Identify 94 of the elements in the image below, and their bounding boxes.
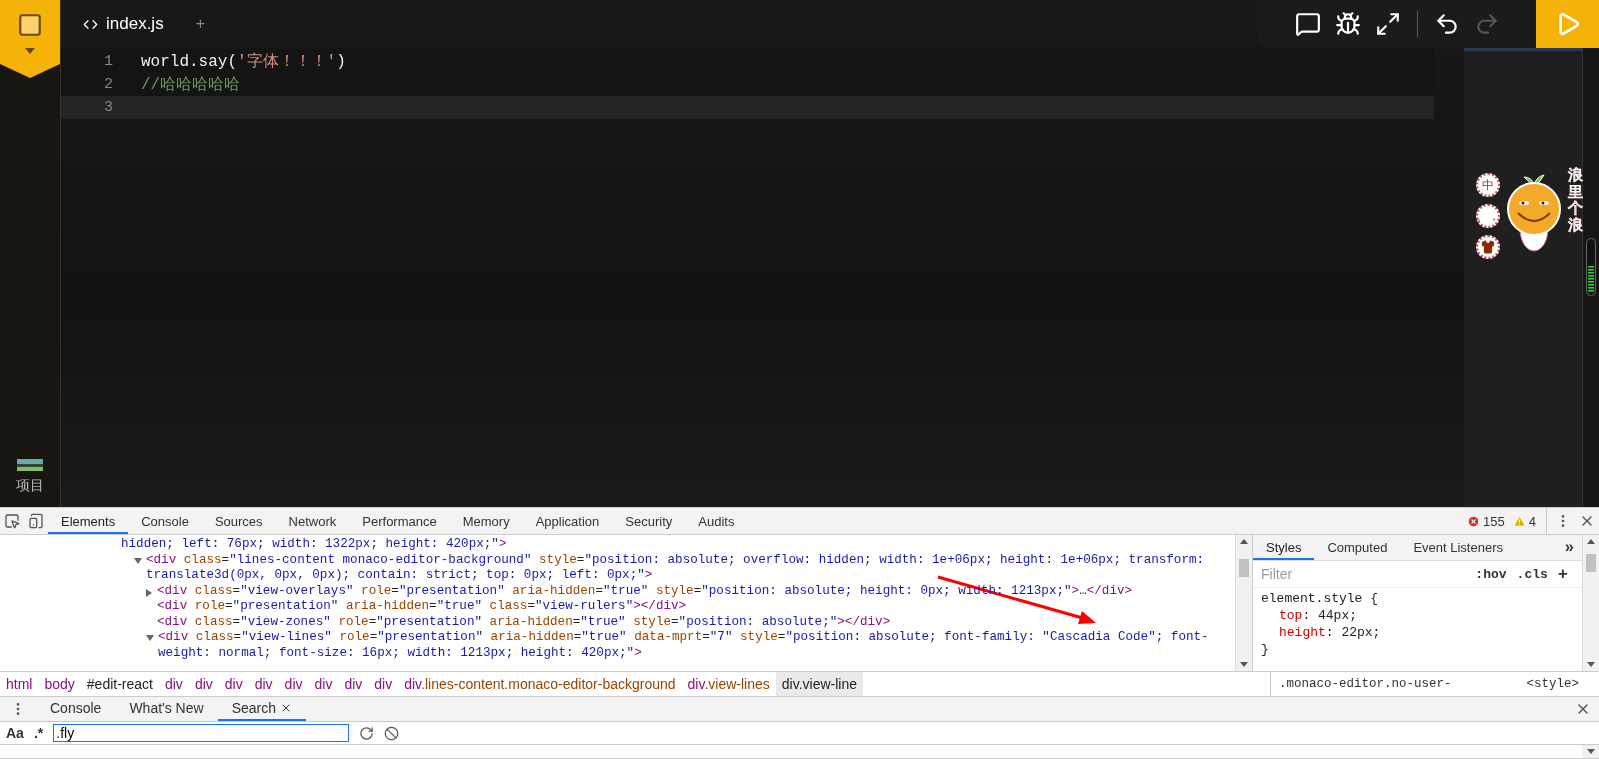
scroll-down-icon[interactable] <box>1586 749 1595 754</box>
breadcrumb[interactable]: div <box>188 672 219 696</box>
dom-node-text: hidden; left: 76px; width: 1322px; height: 420px;"> <box>121 537 507 553</box>
project-menu-button[interactable] <box>0 0 60 78</box>
expand-triangle-icon[interactable] <box>146 635 154 641</box>
drawer-tab[interactable]: Console <box>36 697 116 721</box>
scrollbar[interactable] <box>1582 535 1599 671</box>
undo-button[interactable] <box>1434 11 1460 37</box>
rule-selector: .monaco-editor.no-user- <box>1279 677 1452 691</box>
shirt-icon <box>1481 240 1495 254</box>
more-tabs-button[interactable]: » <box>1556 535 1582 560</box>
style-property: height: 22px; <box>1278 624 1382 641</box>
error-icon <box>1467 514 1481 528</box>
bug-icon <box>1335 11 1361 37</box>
rule-source-link[interactable]: <style> <box>1526 677 1579 691</box>
breadcrumb[interactable]: div <box>308 672 339 696</box>
scrollbar[interactable] <box>1235 535 1252 671</box>
scroll-down-icon[interactable] <box>1587 662 1595 667</box>
styles-tab[interactable]: Styles <box>1253 535 1315 560</box>
sidebar-item[interactable]: 项目 <box>16 451 44 507</box>
warning-count: 4 <box>1528 513 1536 529</box>
devtools-tab[interactable]: Memory <box>449 508 523 534</box>
add-tab-button[interactable]: + <box>189 15 211 33</box>
breadcrumb[interactable]: html <box>0 672 39 696</box>
inspect-icon[interactable] <box>4 513 20 529</box>
devtools-tab[interactable]: Sources <box>201 508 276 534</box>
dom-node-text: <div class="view-lines" role="presentation" aria-hidden="true" data-mprt="7" style="position: absolute; font-family: "Cascadia Code"; font-weight: normal; font-size: 16px; width: 1213px; height: 420px;"> <box>158 630 1209 661</box>
devtools-tab[interactable]: Elements <box>48 508 129 534</box>
comment-icon <box>1295 11 1321 37</box>
devtools-tab[interactable]: Audits <box>685 508 748 534</box>
rule-close: } <box>1261 641 1270 658</box>
hover-state-button[interactable]: :hov <box>1475 566 1507 582</box>
breadcrumb[interactable]: body <box>38 672 81 696</box>
expand-triangle-icon[interactable] <box>146 588 152 597</box>
new-rule-button[interactable]: + <box>1557 564 1568 584</box>
match-case-button[interactable]: Aa <box>6 725 24 741</box>
breadcrumb[interactable]: div <box>218 672 249 696</box>
breadcrumb[interactable]: div <box>338 672 369 696</box>
breadcrumb[interactable]: div.lines-content.monaco-editor-background <box>398 672 682 696</box>
line-number: 3 <box>103 99 113 116</box>
caret-icon <box>25 48 35 54</box>
scroll-down-icon[interactable] <box>1240 662 1248 667</box>
dom-node-text: <div class="lines-content monaco-editor-background" style="position: absolute; overflow: hidden; width: 1e+06px; height: 1e+06px; transform: translate3d(0px, 0px, 0px); contain: strict; top: 0px; left: 0px;"> <box>146 552 1206 584</box>
fullscreen-icon <box>1375 11 1401 37</box>
class-button[interactable]: .cls <box>1516 566 1548 582</box>
thumbnail-icon <box>17 459 43 471</box>
clear-icon[interactable] <box>384 725 400 741</box>
breadcrumb[interactable]: div.view-lines <box>681 672 776 696</box>
comment-button[interactable] <box>1295 11 1321 37</box>
redo-icon <box>1474 11 1500 37</box>
breadcrumb[interactable]: #edit-react <box>80 672 159 696</box>
styles-tab[interactable]: Event Listeners <box>1400 535 1516 560</box>
scrollbar[interactable] <box>1582 745 1599 758</box>
devtools-tab[interactable]: Network <box>275 508 350 534</box>
scroll-up-icon[interactable] <box>1587 539 1595 544</box>
device-toolbar-icon[interactable] <box>28 513 44 529</box>
regex-button[interactable]: .* <box>33 725 44 741</box>
sticker-button[interactable]: 。， <box>1476 204 1500 228</box>
search-field[interactable]: .fly <box>53 724 350 742</box>
expand-triangle-icon[interactable] <box>134 557 142 564</box>
drawer-tab[interactable]: Search <box>217 697 306 721</box>
dom-node-text: <div class="view-zones" role="presentation" aria-hidden="true" style="position: absolute;"></div> <box>157 614 891 630</box>
drawer-tab[interactable]: What's New <box>115 697 218 721</box>
scrollbar-thumb[interactable] <box>1239 559 1249 577</box>
breadcrumb[interactable]: div <box>278 672 309 696</box>
scroll-up-icon[interactable] <box>1240 539 1248 544</box>
file-tab[interactable]: index.js <box>77 14 170 34</box>
debug-button[interactable] <box>1335 11 1361 37</box>
breadcrumb[interactable]: div.view-line <box>775 672 863 696</box>
devtools-tab[interactable]: Security <box>612 508 686 534</box>
code-text: //哈哈哈哈哈 <box>141 75 241 95</box>
line-number: 1 <box>103 53 113 70</box>
code-text: world.say('字体！！！') <box>141 51 346 72</box>
breadcrumb[interactable]: div <box>248 672 279 696</box>
shirt-button[interactable] <box>1476 235 1500 259</box>
breadcrumb[interactable]: div <box>158 672 189 696</box>
undo-icon <box>1434 11 1460 37</box>
devtools-tab[interactable]: Console <box>128 508 202 534</box>
sticker-button[interactable]: 中 <box>1476 173 1500 197</box>
scrollbar-thumb[interactable] <box>1586 554 1596 572</box>
breadcrumb[interactable]: div <box>368 672 399 696</box>
styles-tab[interactable]: Computed <box>1314 535 1401 560</box>
style-property: top: 44px; <box>1278 607 1358 624</box>
sticker-caption: 浪里个浪 <box>1568 167 1583 233</box>
close-icon[interactable] <box>280 702 292 714</box>
devtools-tab[interactable]: Application <box>522 508 613 534</box>
devtools-tab[interactable]: Performance <box>349 508 450 534</box>
error-count: 155 <box>1483 513 1505 529</box>
refresh-icon[interactable] <box>359 725 375 741</box>
warning-icon <box>1512 514 1526 528</box>
fullscreen-button[interactable] <box>1375 11 1401 37</box>
rule-selector: element.style { <box>1261 590 1380 607</box>
line-number: 2 <box>103 76 113 93</box>
dom-node-text: <div role="presentation" aria-hidden="true" class="view-rulers"></div> <box>157 599 687 615</box>
